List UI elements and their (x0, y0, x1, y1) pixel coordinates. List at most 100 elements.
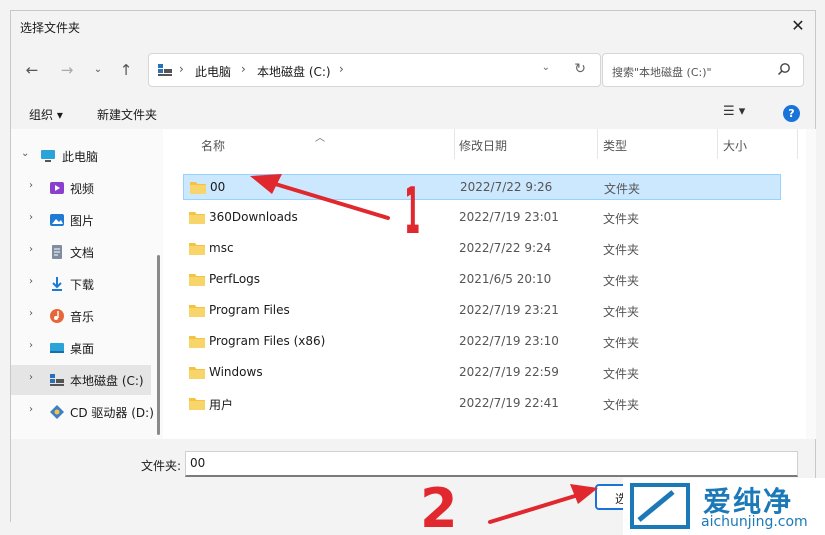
sidebar-scrollbar[interactable] (157, 255, 160, 435)
document-icon (52, 245, 62, 259)
chevron-down-icon[interactable]: ⌄ (21, 148, 29, 159)
title-bar: 选择文件夹 ✕ (11, 11, 815, 43)
forward-arrow-icon[interactable]: → (56, 59, 78, 81)
folder-icon (189, 305, 205, 317)
file-date: 2022/7/19 22:41 (459, 396, 559, 410)
video-icon (50, 182, 64, 194)
breadcrumb-separator-icon: › (241, 62, 246, 76)
table-row[interactable]: msc 2022/7/22 9:24 文件夹 (183, 236, 781, 262)
site-watermark: 爱纯净 aichunjing.com (623, 478, 825, 535)
new-folder-button[interactable]: 新建文件夹 (97, 106, 157, 123)
file-date: 2021/6/5 20:10 (459, 272, 552, 286)
column-divider[interactable] (717, 129, 718, 159)
sidebar-item-downloads[interactable]: › 下载 (11, 269, 151, 299)
sidebar-item-label: 文档 (70, 246, 95, 260)
watermark-url: aichunjing.com (701, 514, 808, 530)
column-header-type[interactable]: 类型 (603, 129, 627, 159)
folder-label: 文件夹: (141, 459, 182, 473)
table-row[interactable]: Program Files (x86) 2022/7/19 23:10 文件夹 (183, 329, 781, 355)
chevron-down-icon[interactable]: ⌄ (542, 62, 550, 73)
table-row[interactable]: 360Downloads 2022/7/19 23:01 文件夹 (183, 205, 781, 231)
file-type: 文件夹 (603, 274, 640, 288)
folder-icon (190, 182, 206, 194)
file-type: 文件夹 (603, 336, 640, 350)
folder-icon (189, 367, 205, 379)
chevron-right-icon[interactable]: › (29, 372, 33, 383)
file-list: ︿ 名称 修改日期 类型 大小 00 2022/7/22 9:26 文件夹 36… (163, 129, 816, 439)
file-name: Program Files (209, 303, 290, 317)
table-row[interactable]: PerfLogs 2021/6/5 20:10 文件夹 (183, 267, 781, 293)
sidebar-item-label: 视频 (70, 182, 95, 196)
folder-icon (189, 212, 205, 224)
chevron-right-icon[interactable]: › (29, 276, 33, 287)
back-arrow-icon[interactable]: ← (21, 59, 43, 81)
search-icon[interactable] (777, 62, 791, 76)
chevron-right-icon[interactable]: › (29, 404, 33, 415)
file-date: 2022/7/22 9:24 (459, 241, 552, 255)
column-divider[interactable] (597, 129, 598, 159)
dialog-title: 选择文件夹 (20, 21, 81, 35)
table-row[interactable]: Program Files 2022/7/19 23:21 文件夹 (183, 298, 781, 324)
sidebar-item-videos[interactable]: › 视频 (11, 173, 151, 203)
breadcrumb-local-disk[interactable]: 本地磁盘 (C:) (257, 63, 331, 80)
drive-icon (50, 374, 64, 386)
logo-icon (630, 483, 690, 529)
sidebar-item-music[interactable]: › 音乐 (11, 301, 151, 331)
chevron-right-icon[interactable]: › (29, 212, 33, 223)
address-bar[interactable]: › 此电脑 › 本地磁盘 (C:) › ⌄ ↻ (148, 53, 601, 87)
sidebar-item-documents[interactable]: › 文档 (11, 237, 151, 267)
folder-name-field[interactable]: 00 (185, 451, 798, 477)
sidebar-item-pictures[interactable]: › 图片 (11, 205, 151, 235)
chevron-right-icon[interactable]: › (29, 180, 33, 191)
breadcrumb-this-pc[interactable]: 此电脑 (195, 63, 231, 80)
drive-icon (158, 64, 172, 76)
chevron-right-icon[interactable]: › (29, 340, 33, 351)
sidebar-item-local-disk[interactable]: › 本地磁盘 (C:) (11, 365, 151, 395)
sort-ascending-icon: ︿ (315, 133, 325, 144)
column-divider[interactable] (797, 129, 798, 159)
file-date: 2022/7/19 22:59 (459, 365, 559, 379)
up-arrow-icon[interactable]: ↑ (115, 59, 137, 81)
column-divider[interactable] (454, 129, 455, 159)
breadcrumb-separator-icon: › (179, 62, 184, 76)
file-type: 文件夹 (603, 305, 640, 319)
organize-button[interactable]: 组织 ▾ (29, 106, 63, 123)
desktop-icon (50, 343, 64, 353)
file-list-scrollbar[interactable] (806, 129, 816, 439)
sidebar-item-desktop[interactable]: › 桌面 (11, 333, 151, 363)
search-input[interactable]: 搜索"本地磁盘 (C:)" (612, 64, 712, 80)
file-type: 文件夹 (603, 398, 640, 412)
table-row[interactable]: 00 2022/7/22 9:26 文件夹 (183, 174, 781, 200)
file-date: 2022/7/19 23:01 (459, 210, 559, 224)
column-header-date[interactable]: 修改日期 (459, 129, 507, 159)
column-header-size[interactable]: 大小 (723, 129, 747, 159)
file-type: 文件夹 (603, 367, 640, 381)
file-type: 文件夹 (604, 182, 641, 196)
view-options-icon[interactable]: ☰ ▾ (723, 104, 745, 119)
music-icon (50, 309, 64, 323)
table-row[interactable]: Windows 2022/7/19 22:59 文件夹 (183, 360, 781, 386)
sidebar-item-cd-drive[interactable]: › CD 驱动器 (D:) (11, 397, 154, 427)
chevron-right-icon[interactable]: › (29, 244, 33, 255)
file-type: 文件夹 (603, 212, 640, 226)
close-icon[interactable]: ✕ (787, 15, 809, 37)
sidebar-item-label: 图片 (70, 214, 95, 228)
column-header-name[interactable]: 名称 (201, 129, 225, 159)
picture-icon (50, 214, 64, 226)
folder-picker-dialog: 选择文件夹 ✕ ← → ⌄ ↑ › 此电脑 › 本地磁盘 (C:) › ⌄ ↻ … (10, 10, 816, 523)
recent-locations-chevron-icon[interactable]: ⌄ (87, 59, 109, 81)
table-row[interactable]: 用户 2022/7/19 22:41 文件夹 (183, 391, 781, 417)
sidebar-item-label: 桌面 (70, 342, 95, 356)
file-date: 2022/7/19 23:10 (459, 334, 559, 348)
annotation-number-1: 1 (404, 175, 421, 249)
refresh-icon[interactable]: ↻ (574, 61, 586, 77)
chevron-right-icon[interactable]: › (29, 308, 33, 319)
sidebar-item-label: 音乐 (70, 310, 95, 324)
help-icon[interactable]: ? (783, 105, 800, 122)
annotation-number-2: 2 (420, 477, 458, 535)
file-name: 用户 (209, 398, 234, 412)
sidebar-item-label: 本地磁盘 (C:) (70, 374, 144, 388)
sidebar-item-this-pc[interactable]: ⌄ 此电脑 (11, 141, 151, 171)
file-name: PerfLogs (209, 272, 261, 286)
search-box[interactable]: 搜索"本地磁盘 (C:)" (602, 53, 804, 87)
